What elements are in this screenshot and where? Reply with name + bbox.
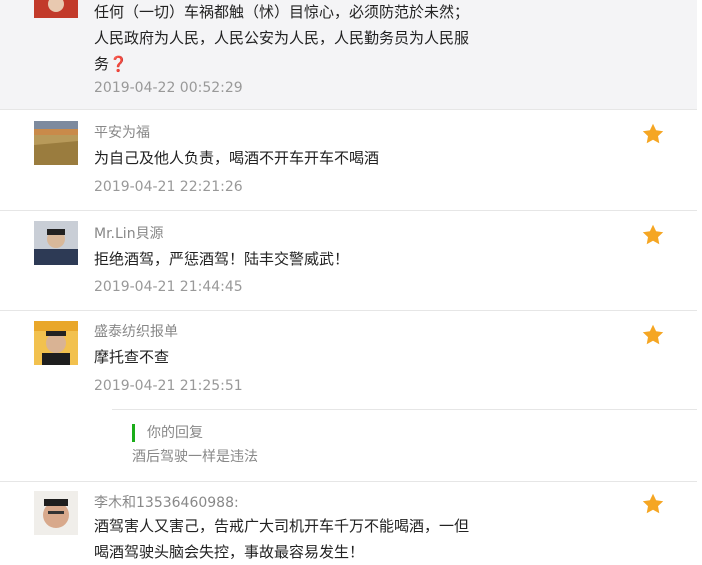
- question-mark-emoji-icon: ❓: [109, 55, 128, 73]
- commenter-name: 李木和13536460988:: [94, 495, 239, 511]
- avatar[interactable]: [34, 321, 78, 365]
- comment-item: 李木和13536460988: 酒驾害人又害己，告戒广大司机开车千万不能喝酒，一…: [0, 482, 697, 564]
- comment-text: 拒绝酒驾，严惩酒驾！陆丰交警威武！: [94, 250, 350, 268]
- reply-text: 酒后驾驶一样是违法: [132, 449, 258, 465]
- comment-time: 2019-04-21 21:44:45: [94, 279, 243, 295]
- comment-line: 任何（一切）车祸都触（怵）目惊心，必须防范於未然；: [94, 3, 470, 21]
- comment-line: 酒驾害人又害己，告戒广大司机开车千万不能喝酒，一但: [94, 517, 470, 535]
- comment-item: Mr.Lin貝源 拒绝酒驾，严惩酒驾！陆丰交警威武！ 2019-04-21 21…: [0, 211, 697, 310]
- comment-time: 2019-04-21 22:21:26: [94, 179, 243, 195]
- author-reply: 你的回复 酒后驾驶一样是违法: [112, 409, 697, 482]
- star-icon[interactable]: [641, 323, 665, 347]
- star-icon[interactable]: [641, 223, 665, 247]
- comment-list: 任何（一切）车祸都触（怵）目惊心，必须防范於未然； 人民政府为人民，人民公安为人…: [0, 0, 702, 564]
- avatar[interactable]: [34, 491, 78, 535]
- comment-line: 人民政府为人民，人民公安为人民，人民勤务员为人民服: [94, 29, 470, 47]
- comment-time: 2019-04-22 00:52:29: [94, 80, 243, 96]
- star-icon[interactable]: [641, 492, 665, 516]
- comment-line: 喝酒驾驶头脑会失控，事故最容易发生！: [94, 543, 365, 561]
- comment-line: 务: [94, 55, 110, 73]
- comment-text: 酒驾害人又害己，告戒广大司机开车千万不能喝酒，一但 喝酒驾驶头脑会失控，事故最容…: [94, 513, 594, 565]
- commenter-name: Mr.Lin貝源: [94, 226, 164, 242]
- comment-text: 任何（一切）车祸都触（怵）目惊心，必须防范於未然； 人民政府为人民，人民公安为人…: [94, 0, 594, 77]
- star-icon[interactable]: [641, 122, 665, 146]
- commenter-name: 平安为福: [94, 125, 150, 141]
- avatar[interactable]: [34, 221, 78, 265]
- comment-text: 为自己及他人负责，喝酒不开车开车不喝酒: [94, 149, 380, 167]
- avatar[interactable]: [34, 121, 78, 165]
- avatar[interactable]: [34, 0, 78, 18]
- reply-label: 你的回复: [132, 424, 203, 442]
- comment-item: 平安为福 为自己及他人负责，喝酒不开车开车不喝酒 2019-04-21 22:2…: [0, 110, 697, 210]
- comment-text: 摩托查不查: [94, 348, 170, 366]
- comment-item: 任何（一切）车祸都触（怵）目惊心，必须防范於未然； 人民政府为人民，人民公安为人…: [0, 0, 697, 110]
- commenter-name: 盛泰纺织报单: [94, 324, 178, 340]
- comment-time: 2019-04-21 21:25:51: [94, 378, 243, 394]
